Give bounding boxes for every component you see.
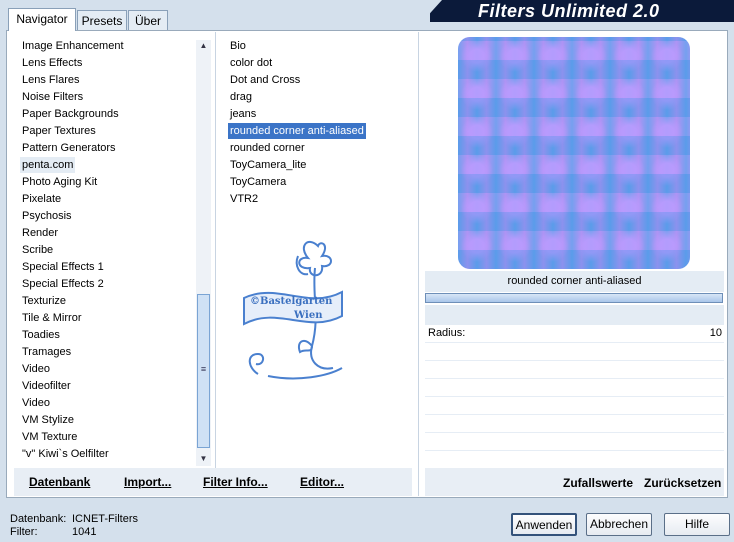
apply-button[interactable]: Anwenden xyxy=(511,513,577,536)
category-item[interactable]: Image Enhancement xyxy=(20,38,126,54)
category-item[interactable]: Lens Flares xyxy=(20,72,81,88)
app-title: Filters Unlimited 2.0 xyxy=(478,1,660,21)
category-item[interactable]: Scribe xyxy=(20,242,55,258)
tab-navigator[interactable]: Navigator xyxy=(8,8,76,31)
database-button[interactable]: Datenbank xyxy=(29,475,90,489)
param-row xyxy=(425,361,724,379)
list-divider xyxy=(215,32,216,468)
param-row xyxy=(425,433,724,451)
category-item[interactable]: Paper Textures xyxy=(20,123,98,139)
tab-presets[interactable]: Presets xyxy=(77,10,127,30)
import-button[interactable]: Import... xyxy=(124,475,171,489)
category-item[interactable]: Video xyxy=(20,395,52,411)
filter-item[interactable]: rounded corner anti-aliased xyxy=(228,123,366,139)
category-item[interactable]: Psychosis xyxy=(20,208,74,224)
category-item[interactable]: Videofilter xyxy=(20,378,73,394)
help-button[interactable]: Hilfe xyxy=(664,513,730,536)
category-item[interactable]: Tile & Mirror xyxy=(20,310,83,326)
grip-icon: ≡ xyxy=(200,364,207,374)
category-list: Image Enhancement Lens Effects Lens Flares… xyxy=(14,37,196,467)
filter-list: Bio color dot Dot and Cross drag jeans rounde… xyxy=(222,37,412,217)
filter-item[interactable]: ToyCamera_lite xyxy=(228,157,308,173)
category-item[interactable]: Photo Aging Kit xyxy=(20,174,99,190)
scroll-up-icon[interactable]: ▲ xyxy=(196,39,211,53)
category-item[interactable]: Tramages xyxy=(20,344,73,360)
filter-count-label: Filter: xyxy=(10,526,38,538)
filter-info-button[interactable]: Filter Info... xyxy=(203,475,268,489)
editor-button[interactable]: Editor... xyxy=(300,475,344,489)
category-item[interactable]: "v" Kiwi`s Oelfilter xyxy=(20,446,111,462)
filter-item[interactable]: jeans xyxy=(228,106,258,122)
tab-uber[interactable]: Über xyxy=(128,10,168,30)
filter-count-value: 1041 xyxy=(72,526,97,538)
filter-item[interactable]: color dot xyxy=(228,55,274,71)
cancel-button[interactable]: Abbrechen xyxy=(586,513,652,536)
filter-item[interactable]: rounded corner xyxy=(228,140,307,156)
preview-pattern xyxy=(458,37,690,269)
param-row xyxy=(425,325,724,343)
category-item[interactable]: Pattern Generators xyxy=(20,140,118,156)
filter-item[interactable]: Bio xyxy=(228,38,248,54)
filter-item[interactable]: Dot and Cross xyxy=(228,72,302,88)
category-item[interactable]: Special Effects 2 xyxy=(20,276,106,292)
category-item[interactable]: Toadies xyxy=(20,327,62,343)
category-item[interactable]: Lens Effects xyxy=(20,55,84,71)
category-item[interactable]: Pixelate xyxy=(20,191,63,207)
filter-item[interactable]: ToyCamera xyxy=(228,174,288,190)
watermark-line1: ©Bastelgarten xyxy=(250,296,333,307)
randomize-button[interactable]: Zufallswerte xyxy=(563,476,633,490)
db-label: Datenbank: xyxy=(10,513,67,525)
category-item[interactable]: VM Texture xyxy=(20,429,79,445)
watermark-logo-icon: ©Bastelgarten Wien xyxy=(243,240,343,380)
category-item[interactable]: Special Effects 1 xyxy=(20,259,106,275)
category-item[interactable]: Render xyxy=(20,225,60,241)
category-item[interactable]: penta.com xyxy=(20,157,76,173)
filter-name-label: rounded corner anti-aliased xyxy=(425,271,724,292)
param-row xyxy=(425,343,724,361)
param-row xyxy=(425,379,724,397)
param-row xyxy=(425,415,724,433)
category-item[interactable]: Video xyxy=(20,361,52,377)
category-item[interactable]: Texturize xyxy=(20,293,68,309)
category-item[interactable]: Noise Filters xyxy=(20,89,85,105)
reset-button[interactable]: Zurücksetzen xyxy=(644,476,721,490)
category-item[interactable]: VM Stylize xyxy=(20,412,76,428)
category-item[interactable]: Paper Backgrounds xyxy=(20,106,121,122)
scroll-down-icon[interactable]: ▼ xyxy=(196,452,211,466)
filter-item[interactable]: VTR2 xyxy=(228,191,260,207)
filter-item[interactable]: drag xyxy=(228,89,254,105)
param-row xyxy=(425,397,724,415)
params-header xyxy=(425,305,724,325)
watermark-line2: Wien xyxy=(293,310,323,321)
filter-progress xyxy=(425,293,723,303)
db-value: ICNET-Filters xyxy=(72,513,138,525)
